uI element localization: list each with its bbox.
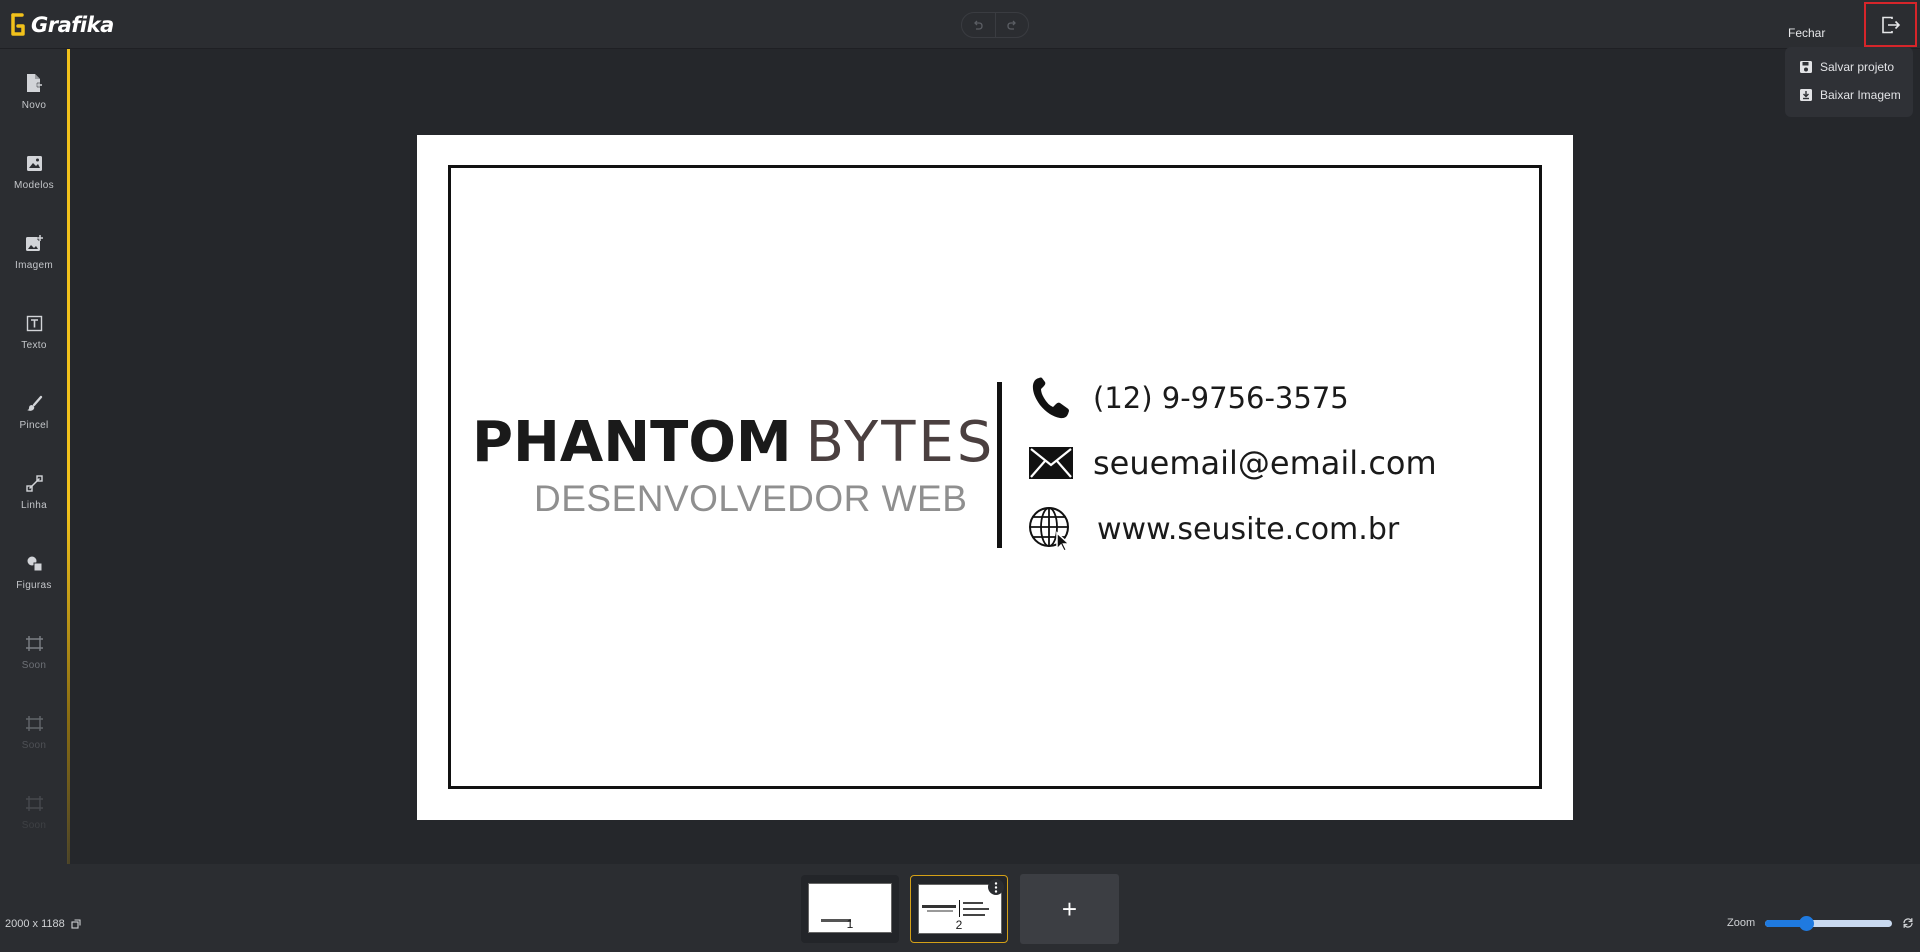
history-controls xyxy=(961,12,1029,38)
file-menu: Salvar projeto Baixar Imagem xyxy=(1785,47,1913,117)
globe-icon xyxy=(1027,505,1075,553)
templates-icon xyxy=(23,152,45,174)
undo-icon xyxy=(974,20,983,30)
brand-subtitle[interactable]: DESENVOLVEDOR WEB xyxy=(534,478,967,520)
brand-primary: PHANTOM xyxy=(472,410,792,475)
contact-website[interactable]: www.seusite.com.br xyxy=(1027,504,1399,554)
more-vertical-icon xyxy=(994,881,998,893)
sidebar-item-soon-2: Soon xyxy=(0,697,68,767)
save-project-label: Salvar projeto xyxy=(1820,60,1895,74)
zoom-slider[interactable] xyxy=(1765,915,1893,931)
page-number: 1 xyxy=(846,917,854,931)
sidebar-label-shapes: Figuras xyxy=(16,580,52,591)
app-logo[interactable]: Grafika xyxy=(9,12,114,38)
phone-icon xyxy=(1027,374,1075,422)
text-icon xyxy=(23,312,45,334)
sidebar-label-soon-3: Soon xyxy=(21,820,47,831)
download-image-item[interactable]: Baixar Imagem xyxy=(1785,81,1913,109)
sidebar-label-templates: Modelos xyxy=(14,180,54,191)
sidebar-label-soon-1: Soon xyxy=(21,660,47,671)
new-file-icon xyxy=(23,72,45,94)
add-page-button[interactable]: + xyxy=(1020,874,1119,944)
logo-icon xyxy=(11,13,25,36)
sidebar-item-soon-1: Soon xyxy=(0,617,68,687)
shapes-icon xyxy=(23,552,45,574)
save-project-item[interactable]: Salvar projeto xyxy=(1785,53,1913,81)
brand-secondary: BYTES xyxy=(805,410,996,475)
contact-phone[interactable]: (12) 9-9756-3575 xyxy=(1027,373,1349,423)
resize-icon[interactable] xyxy=(71,919,81,929)
zoom-label: Zoom xyxy=(1727,917,1756,929)
exit-icon xyxy=(1881,16,1900,33)
sidebar-item-text[interactable]: Texto xyxy=(0,297,68,367)
brand-name[interactable]: PHANTOM BYTES xyxy=(472,415,995,471)
add-image-icon xyxy=(23,232,45,254)
frame-icon xyxy=(23,632,45,654)
frame-icon xyxy=(23,712,45,734)
redo-button[interactable] xyxy=(994,13,1029,37)
zoom-control: Zoom xyxy=(1727,915,1914,931)
sidebar-accent-line xyxy=(67,49,70,884)
top-bar: Grafika Fechar xyxy=(0,0,1920,49)
page-number: 2 xyxy=(955,918,963,932)
sidebar-label-text: Texto xyxy=(21,340,47,351)
redo-icon xyxy=(1007,20,1016,30)
save-icon xyxy=(1800,61,1812,73)
design-canvas[interactable]: PHANTOM BYTES DESENVOLVEDOR WEB (12) 9-97… xyxy=(417,135,1573,820)
frame-icon xyxy=(23,792,45,814)
sidebar-item-new[interactable]: Novo xyxy=(0,57,68,127)
canvas-size-info: 2000 x 1188 xyxy=(5,918,81,930)
app-name: Grafika xyxy=(31,13,114,37)
sidebar-label-new: Novo xyxy=(21,100,47,111)
download-icon xyxy=(1800,89,1812,101)
sidebar-label-soon-2: Soon xyxy=(21,740,47,751)
page-thumbnail-2[interactable]: 2 xyxy=(910,875,1008,943)
sidebar-label-image: Imagem xyxy=(15,260,53,271)
sidebar-item-soon-3: Soon xyxy=(0,777,68,847)
zoom-slider-handle[interactable] xyxy=(1798,915,1814,931)
page-thumbnail-1[interactable]: 1 xyxy=(801,875,899,943)
sidebar-item-line[interactable]: Linha xyxy=(0,457,68,527)
tools-sidebar: Novo Modelos Imagem Texto Pincel Linha F… xyxy=(0,49,68,864)
canvas-size-text: 2000 x 1188 xyxy=(5,918,65,930)
sidebar-label-brush: Pincel xyxy=(19,420,49,431)
website-text: www.seusite.com.br xyxy=(1097,511,1400,547)
line-icon xyxy=(23,472,45,494)
exit-button[interactable] xyxy=(1864,2,1917,47)
sidebar-item-shapes[interactable]: Figuras xyxy=(0,537,68,607)
sidebar-item-image[interactable]: Imagem xyxy=(0,217,68,287)
envelope-icon xyxy=(1027,439,1075,487)
contact-email[interactable]: seuemail@email.com xyxy=(1027,438,1437,488)
sidebar-label-line: Linha xyxy=(21,500,47,511)
sidebar-item-brush[interactable]: Pincel xyxy=(0,377,68,447)
brush-icon xyxy=(23,392,45,414)
undo-button[interactable] xyxy=(962,13,995,37)
reset-zoom-icon[interactable] xyxy=(1902,917,1914,929)
sidebar-item-templates[interactable]: Modelos xyxy=(0,137,68,207)
zoom-slider-fill xyxy=(1765,919,1804,927)
close-label: Fechar xyxy=(1788,26,1826,40)
phone-text: (12) 9-9756-3575 xyxy=(1093,381,1349,415)
divider-line[interactable] xyxy=(997,382,1002,548)
download-image-label: Baixar Imagem xyxy=(1820,88,1901,102)
page-options-button[interactable] xyxy=(988,879,1004,895)
email-text: seuemail@email.com xyxy=(1093,444,1437,482)
